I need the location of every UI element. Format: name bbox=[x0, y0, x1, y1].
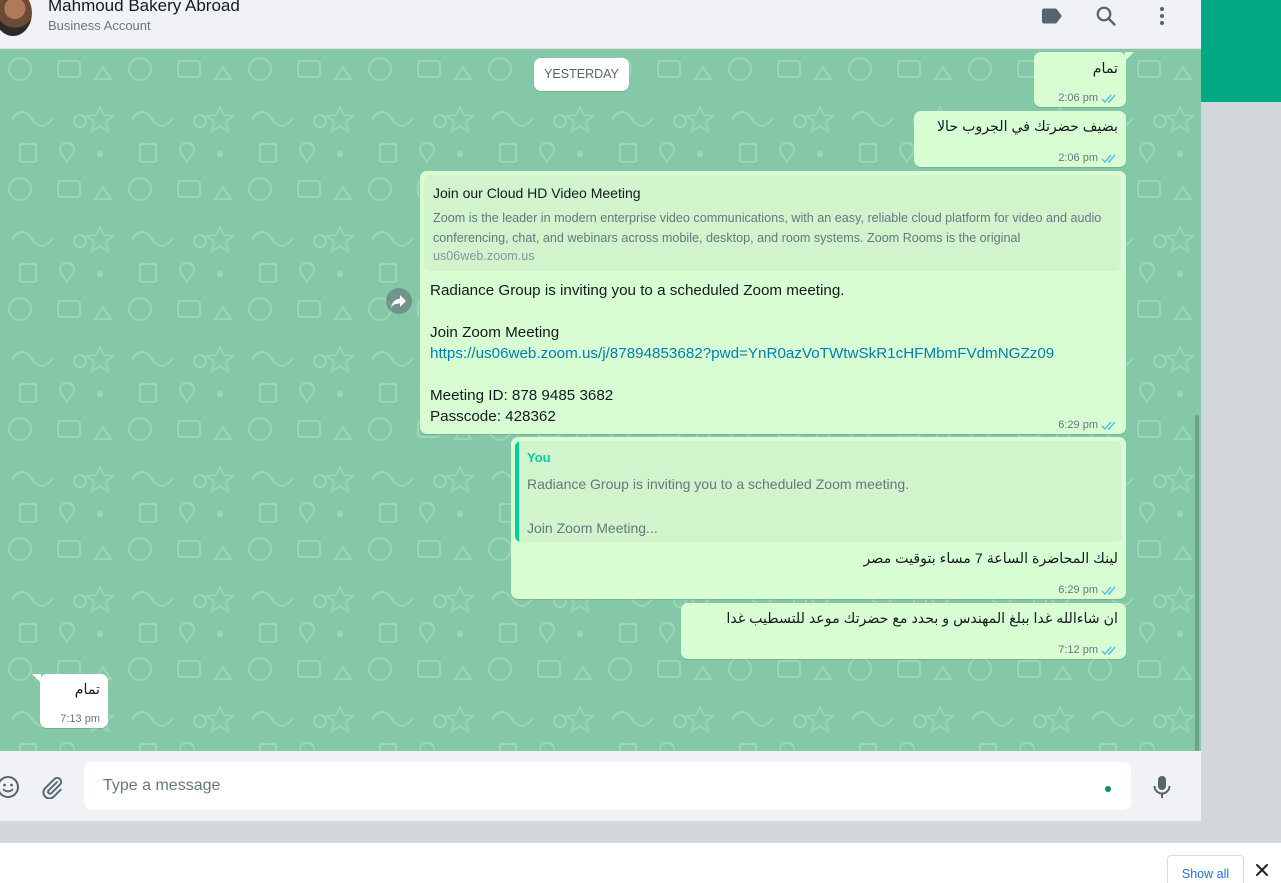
bubble-tail bbox=[32, 674, 41, 683]
message-time: 6:29 pm bbox=[1058, 419, 1098, 431]
message-line: Meeting ID: 878 9485 3682 bbox=[430, 387, 614, 404]
quote-text: Join Zoom Meeting... bbox=[527, 520, 658, 536]
composer-bar bbox=[0, 751, 1201, 821]
message-meta: 6:29 pm bbox=[1058, 584, 1118, 596]
message-text: ان شاءالله غدا ببلغ المهندس و بحدد مع حض… bbox=[726, 611, 1118, 627]
message-text: لينك المحاضرة الساعة 7 مساء بتوقيت مصر bbox=[863, 551, 1118, 567]
avatar[interactable] bbox=[0, 0, 32, 36]
message-bubble-outgoing[interactable]: بضيف حضرتك في الجروب حالا 2:06 pm bbox=[914, 111, 1126, 167]
attach-icon[interactable] bbox=[40, 775, 64, 799]
message-time: 2:06 pm bbox=[1058, 92, 1098, 104]
read-ticks-icon bbox=[1101, 154, 1116, 163]
message-line: Passcode: 428362 bbox=[430, 408, 556, 425]
link-preview-description: Zoom is the leader in modern enterprise … bbox=[433, 211, 1102, 245]
menu-icon[interactable] bbox=[1150, 4, 1174, 28]
message-bubble-outgoing[interactable]: تمام 2:06 pm bbox=[1034, 52, 1134, 107]
read-ticks-icon bbox=[1101, 421, 1116, 430]
download-bar: Show all bbox=[0, 842, 1281, 883]
quote-text: Radiance Group is inviting you to a sche… bbox=[527, 476, 910, 492]
contact-subtitle: Business Account bbox=[48, 18, 151, 33]
message-line: Radiance Group is inviting you to a sche… bbox=[430, 282, 845, 299]
contact-name[interactable]: Mahmoud Bakery Abroad bbox=[48, 0, 240, 16]
link-preview-title: Join our Cloud HD Video Meeting bbox=[433, 185, 641, 201]
side-panel-strip bbox=[1201, 0, 1281, 842]
message-bubble-outgoing[interactable]: ان شاءالله غدا ببلغ المهندس و بحدد مع حض… bbox=[681, 603, 1126, 659]
message-body: Radiance Group is inviting you to a sche… bbox=[430, 280, 1054, 427]
message-time: 7:12 pm bbox=[1058, 644, 1098, 656]
message-line: Join Zoom Meeting bbox=[430, 324, 560, 341]
message-time: 6:29 pm bbox=[1058, 584, 1098, 596]
message-meta: 2:06 pm bbox=[1058, 152, 1118, 164]
read-ticks-icon bbox=[1101, 94, 1116, 103]
message-text: تمام bbox=[74, 682, 100, 698]
forward-icon bbox=[391, 295, 406, 308]
message-meta: 7:12 pm bbox=[1058, 644, 1118, 656]
chat-panel[interactable]: YESTERDAY تمام 2:06 pm بضيف حضرتك في الج… bbox=[0, 49, 1201, 751]
message-bubble-outgoing[interactable]: Join our Cloud HD Video Meeting Zoom is … bbox=[420, 171, 1126, 434]
read-ticks-icon bbox=[1101, 586, 1116, 595]
quote-bar bbox=[515, 441, 519, 542]
close-icon[interactable] bbox=[1253, 861, 1271, 879]
chat-scrollbar[interactable] bbox=[1195, 415, 1199, 751]
show-all-button[interactable]: Show all bbox=[1167, 855, 1244, 883]
date-separator: YESTERDAY bbox=[534, 58, 629, 91]
input-indicator-dot bbox=[1105, 786, 1111, 792]
message-meta: 2:06 pm bbox=[1058, 92, 1118, 104]
message-bubble-outgoing[interactable]: You Radiance Group is inviting you to a … bbox=[511, 437, 1126, 599]
forward-button[interactable] bbox=[386, 288, 412, 314]
quoted-message[interactable]: You Radiance Group is inviting you to a … bbox=[515, 441, 1122, 542]
link-preview[interactable]: Join our Cloud HD Video Meeting Zoom is … bbox=[424, 175, 1121, 271]
message-bubble-incoming[interactable]: تمام 7:13 pm bbox=[32, 674, 108, 728]
label-icon[interactable] bbox=[1040, 4, 1064, 28]
mic-icon[interactable] bbox=[1150, 774, 1174, 800]
message-meta: 6:29 pm bbox=[1058, 419, 1118, 431]
message-text: تمام bbox=[1092, 61, 1118, 77]
link-preview-domain: us06web.zoom.us bbox=[433, 249, 535, 263]
quote-author: You bbox=[527, 450, 551, 465]
message-meta: 7:13 pm bbox=[60, 713, 100, 725]
bubble-tail bbox=[1125, 52, 1134, 61]
zoom-meeting-link[interactable]: https://us06web.zoom.us/j/87894853682?pw… bbox=[430, 343, 1054, 364]
read-ticks-icon bbox=[1101, 646, 1116, 655]
message-time: 2:06 pm bbox=[1058, 152, 1098, 164]
search-icon[interactable] bbox=[1094, 4, 1118, 28]
message-input[interactable] bbox=[84, 762, 1131, 810]
chat-header[interactable]: Mahmoud Bakery Abroad Business Account bbox=[0, 0, 1201, 49]
emoji-icon[interactable] bbox=[0, 775, 20, 799]
accent-bar bbox=[1201, 0, 1281, 102]
message-time: 7:13 pm bbox=[60, 713, 100, 725]
message-text: بضيف حضرتك في الجروب حالا bbox=[936, 119, 1118, 135]
whatsapp-web-window: Mahmoud Bakery Abroad Business Account Y… bbox=[0, 0, 1281, 883]
